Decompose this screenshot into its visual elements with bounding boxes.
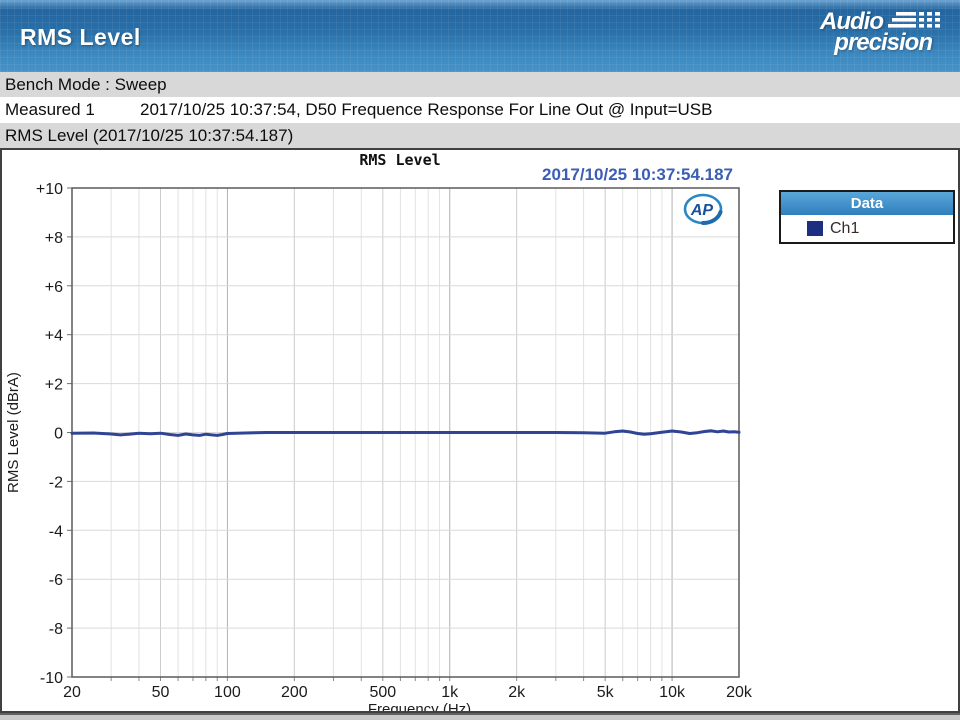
chart-timestamp: 2017/10/25 10:37:54.187 <box>542 165 733 185</box>
svg-text:-6: -6 <box>49 572 63 589</box>
svg-text:500: 500 <box>369 684 396 701</box>
ch1-label: Ch1 <box>830 220 859 238</box>
measured-description: 2017/10/25 10:37:54, D50 Frequence Respo… <box>140 100 713 120</box>
report-page: RMS Level Audio precision <box>0 0 960 720</box>
legend-header: Data <box>781 192 953 215</box>
brand-word-precision: precision <box>834 29 932 56</box>
measured-row: Measured 1 2017/10/25 10:37:54, D50 Freq… <box>0 97 960 123</box>
ap-logo-text: AP <box>690 202 714 219</box>
header-bar: RMS Level Audio precision <box>0 0 960 72</box>
svg-text:10k: 10k <box>659 684 686 701</box>
chart-title: RMS Level <box>359 151 440 169</box>
section-title-text: RMS Level (2017/10/25 10:37:54.187) <box>5 126 293 146</box>
svg-text:-10: -10 <box>40 670 63 687</box>
svg-text:20k: 20k <box>726 684 753 701</box>
svg-text:2k: 2k <box>508 684 526 701</box>
legend-box: Data Ch1 <box>779 190 955 244</box>
chart-panel: +10 +8 +6 +4 +2 0 -2 -4 -6 -8 -1020 50 100 200 500 1k 2k… <box>0 148 960 713</box>
bench-mode-text: Bench Mode : Sweep <box>5 75 167 95</box>
svg-text:-8: -8 <box>49 621 63 638</box>
legend-row-ch1: Ch1 <box>781 215 953 242</box>
bottom-strip <box>0 713 960 720</box>
ch1-color-swatch <box>807 221 823 236</box>
svg-text:20: 20 <box>63 684 81 701</box>
bench-mode-bar: Bench Mode : Sweep <box>0 72 960 97</box>
svg-text:100: 100 <box>214 684 241 701</box>
svg-text:-4: -4 <box>49 523 63 540</box>
svg-text:-2: -2 <box>49 474 63 491</box>
svg-text:200: 200 <box>281 684 308 701</box>
svg-text:+4: +4 <box>45 328 63 345</box>
svg-text:5k: 5k <box>597 684 615 701</box>
svg-text:+8: +8 <box>45 230 63 247</box>
ap-logo-icon: AP <box>683 193 723 226</box>
svg-text:Frequency (Hz): Frequency (Hz) <box>368 701 471 711</box>
svg-text:RMS Level (dBrA): RMS Level (dBrA) <box>5 372 22 493</box>
svg-text:0: 0 <box>54 426 63 443</box>
audio-precision-logo: Audio precision <box>756 8 946 64</box>
page-title: RMS Level <box>20 24 141 51</box>
section-title-bar: RMS Level (2017/10/25 10:37:54.187) <box>0 123 960 148</box>
measured-label: Measured 1 <box>5 100 140 120</box>
svg-text:+2: +2 <box>45 377 63 394</box>
svg-text:+10: +10 <box>36 181 63 198</box>
svg-text:1k: 1k <box>441 684 459 701</box>
svg-text:50: 50 <box>152 684 170 701</box>
svg-text:+6: +6 <box>45 279 63 296</box>
